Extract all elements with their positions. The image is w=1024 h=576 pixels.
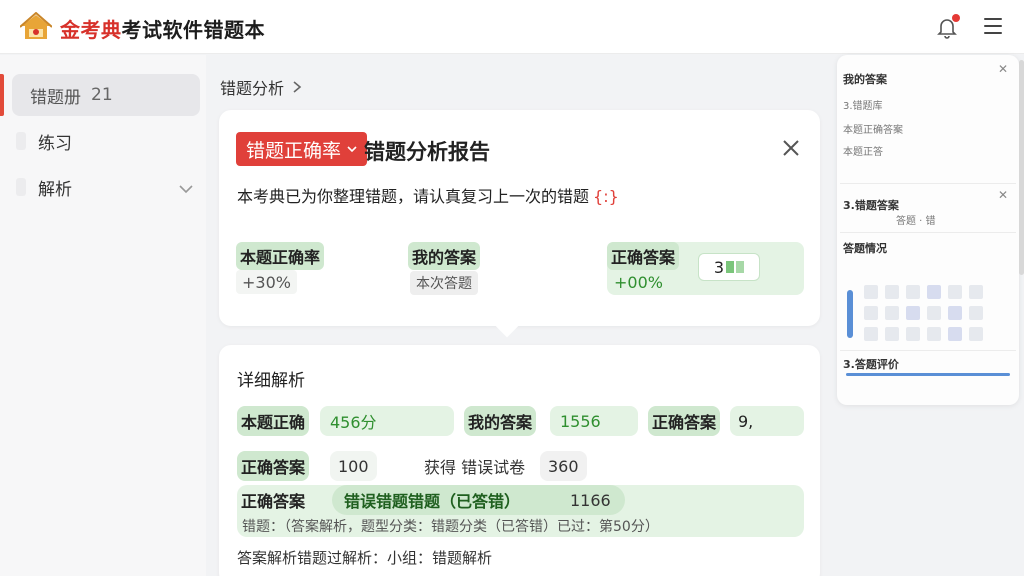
detail-footer: 答案解析错题过解析：小组：错题解析 — [237, 549, 493, 567]
grid-cell[interactable] — [969, 306, 983, 320]
sidebar-item-label: 练习 — [38, 133, 72, 154]
detail-row3-highlight-text: 错误错题错题（已答错） — [344, 492, 521, 511]
grid-cell[interactable] — [864, 327, 878, 341]
rp-section-title: 答题情况 — [843, 242, 887, 255]
chip-mark — [726, 261, 735, 273]
correct-answer-chip-text: 3 — [713, 257, 725, 277]
detail-value-row2b: 360 — [540, 451, 587, 481]
rp-scroll-indicator — [847, 290, 853, 338]
app-title: 金考典考试软件错题本 — [60, 14, 265, 43]
detail-row3-sub: 错题：（答案解析，题型分类：错题分类（已答错）已过：第50分） — [242, 519, 659, 535]
grid-cell[interactable] — [885, 306, 899, 320]
detail-label-my-answer: 我的答案 — [464, 406, 537, 436]
logo-icon — [20, 12, 52, 39]
sidebar-item-practice[interactable]: 练习 — [12, 120, 200, 162]
rp-section-title: 3.答题评价 — [843, 358, 899, 371]
caret-down-icon — [347, 146, 357, 153]
rp-divider — [840, 183, 1016, 184]
top-bar: 金考典考试软件错题本 — [0, 0, 1024, 54]
stat-value-correct-answer: +00% — [614, 272, 663, 292]
grid-cell[interactable] — [948, 327, 962, 341]
rp-progress-bar — [846, 373, 1010, 376]
chip-mark — [736, 261, 745, 273]
detail-title: 详细解析 — [237, 371, 305, 391]
rp-section-title: 3.错题答案 — [843, 199, 899, 212]
rp-divider — [840, 350, 1016, 351]
detail-value-my-answer: 1556 — [550, 406, 638, 436]
grid-cell[interactable] — [927, 306, 941, 320]
grid-cell[interactable] — [906, 327, 920, 341]
sidebar-active-indicator — [0, 74, 4, 116]
rp-section-sub: 答题 · 错 — [896, 216, 936, 227]
breadcrumb-label: 错题分析 — [220, 79, 285, 98]
grid-cell[interactable] — [948, 285, 962, 299]
grid-cell[interactable] — [927, 327, 941, 341]
sidebar-item-label: 解析 — [38, 179, 72, 200]
notification-dot — [952, 14, 960, 22]
grid-cell[interactable] — [885, 327, 899, 341]
sidebar-item-analysis[interactable]: 解析 — [12, 166, 200, 208]
grid-cell[interactable] — [969, 285, 983, 299]
sidebar-item-count: 21 — [91, 85, 113, 105]
rp-section-sub: 本题正答 — [843, 147, 883, 158]
stat-label-correct-answer: 正确答案 — [607, 242, 680, 270]
close-icon[interactable] — [781, 138, 801, 158]
grid-cell[interactable] — [906, 285, 920, 299]
detail-label-correct-answer: 正确答案 — [648, 406, 721, 436]
rp-section-sub: 3.错题库 — [843, 101, 883, 112]
detail-label-accuracy: 本题正确 — [237, 406, 310, 436]
summary-description: 本考典已为你整理错题，请认真复习上一次的错题 {:} — [237, 183, 619, 207]
detail-label-row2: 正确答案 — [237, 451, 310, 481]
stat-label-my-answer: 我的答案 — [408, 242, 481, 270]
app-title-brand: 金考典 — [60, 18, 122, 42]
grid-cell[interactable] — [948, 306, 962, 320]
app-title-rest: 考试软件错题本 — [121, 18, 265, 42]
rp-section-title: 我的答案 — [843, 73, 887, 86]
accuracy-dropdown-label: 错题正确率 — [246, 139, 342, 162]
chevron-down-icon[interactable] — [178, 181, 194, 197]
summary-description-deco: {:} — [593, 187, 619, 206]
detail-value-row2: 100 — [330, 451, 377, 481]
detail-label-row2b: 获得 错误试卷 — [424, 458, 526, 477]
close-icon[interactable]: ✕ — [998, 188, 1008, 202]
stat-label-accuracy: 本题正确率 — [236, 242, 325, 270]
summary-description-text: 本考典已为你整理错题，请认真复习上一次的错题 — [237, 187, 590, 206]
grid-cell[interactable] — [969, 327, 983, 341]
accuracy-dropdown[interactable]: 错题正确率 — [236, 132, 368, 166]
rp-section-sub: 本题正确答案 — [843, 125, 903, 136]
detail-value-correct-answer: 9, — [730, 406, 804, 436]
correct-answer-chip[interactable]: 3 — [698, 253, 760, 281]
menu-icon[interactable] — [984, 18, 1002, 34]
close-icon[interactable]: ✕ — [998, 62, 1008, 76]
stat-value-accuracy: +30% — [236, 270, 297, 294]
detail-row3-value: 1166 — [570, 490, 611, 510]
grid-cell[interactable] — [927, 285, 941, 299]
detail-label-row3: 正确答案 — [241, 492, 306, 511]
rp-divider — [840, 232, 1016, 233]
grid-cell[interactable] — [885, 285, 899, 299]
grid-cell[interactable] — [906, 306, 920, 320]
sidebar-item-label: 错题册 — [30, 87, 81, 108]
grid-cell[interactable] — [864, 285, 878, 299]
sidebar-item-wrong-questions[interactable]: 错题册 21 — [12, 74, 200, 116]
right-panel-scrollbar[interactable] — [1019, 60, 1024, 275]
breadcrumb[interactable]: 错题分析 — [220, 75, 302, 99]
chevron-right-icon — [293, 81, 302, 93]
stat-value-my-answer: 本次答题 — [410, 271, 478, 295]
detail-value-accuracy: 456分 — [320, 406, 454, 436]
answer-grid[interactable] — [864, 285, 983, 341]
grid-cell[interactable] — [864, 306, 878, 320]
summary-title: 错题分析报告 — [364, 140, 490, 164]
